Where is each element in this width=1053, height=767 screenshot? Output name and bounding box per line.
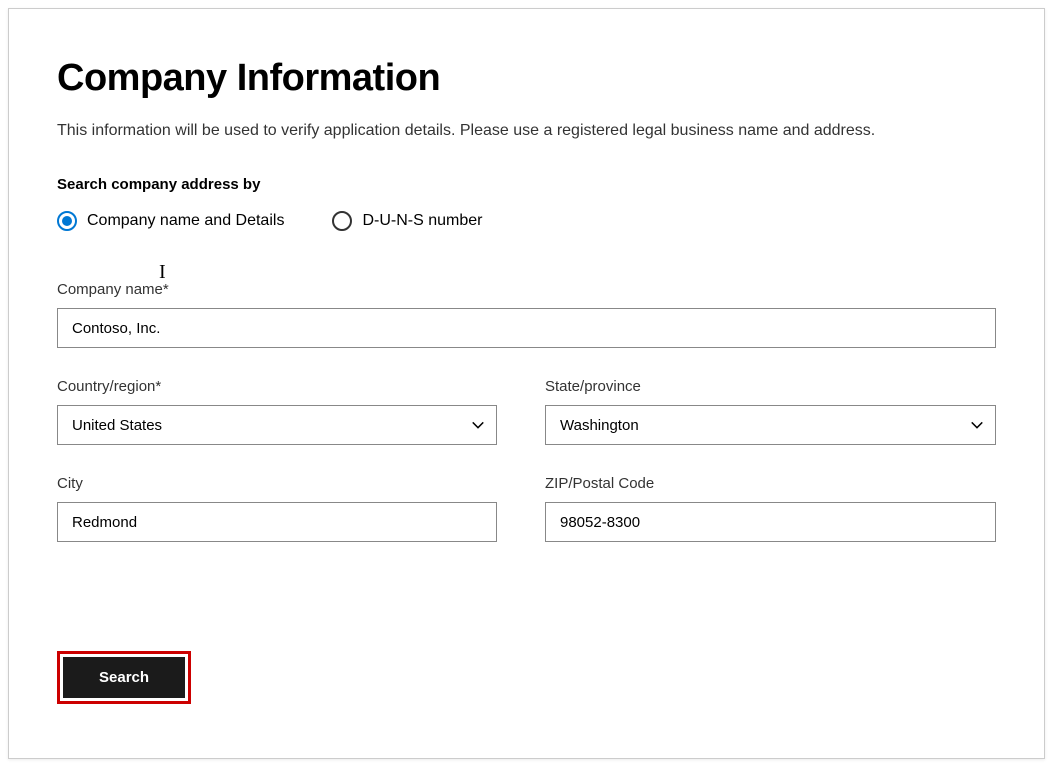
radio-duns-number[interactable]: D-U-N-S number [332, 211, 482, 231]
state-province-value: Washington [560, 417, 639, 434]
state-province-label: State/province [545, 378, 996, 395]
radio-label: Company name and Details [87, 212, 284, 230]
company-information-form: Company Information This information wil… [8, 8, 1045, 759]
country-region-value: United States [72, 417, 162, 434]
state-province-select[interactable]: Washington [545, 405, 996, 445]
radio-selected-icon [57, 211, 77, 231]
radio-company-name-details[interactable]: Company name and Details [57, 211, 284, 231]
country-region-select[interactable]: United States [57, 405, 497, 445]
city-input[interactable] [57, 502, 497, 542]
country-region-label: Country/region* [57, 378, 497, 395]
company-name-input[interactable] [57, 308, 996, 348]
search-button-highlight: Search [57, 651, 191, 704]
radio-label: D-U-N-S number [362, 212, 482, 230]
search-by-label: Search company address by [57, 176, 996, 193]
radio-unselected-icon [332, 211, 352, 231]
zip-input[interactable] [545, 502, 996, 542]
page-title: Company Information [57, 57, 996, 100]
page-description: This information will be used to verify … [57, 122, 996, 140]
city-label: City [57, 475, 497, 492]
search-button[interactable]: Search [63, 657, 185, 698]
zip-label: ZIP/Postal Code [545, 475, 996, 492]
company-name-label: Company name* [57, 281, 996, 298]
search-by-radio-group: Company name and Details D-U-N-S number [57, 211, 996, 231]
